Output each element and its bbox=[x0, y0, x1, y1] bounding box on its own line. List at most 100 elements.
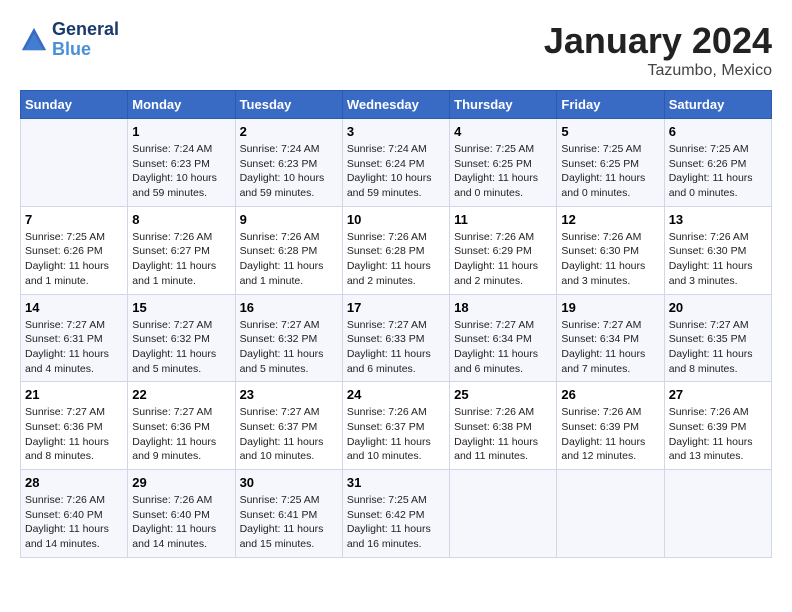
header-saturday: Saturday bbox=[664, 91, 771, 119]
cell-details: Sunrise: 7:27 AMSunset: 6:36 PMDaylight:… bbox=[132, 405, 230, 464]
cell-w1-d4: 11 Sunrise: 7:26 AMSunset: 6:29 PMDayligh… bbox=[450, 206, 557, 294]
day-number: 2 bbox=[240, 124, 338, 139]
day-number: 1 bbox=[132, 124, 230, 139]
cell-details: Sunrise: 7:26 AMSunset: 6:30 PMDaylight:… bbox=[561, 230, 659, 289]
day-number: 26 bbox=[561, 387, 659, 402]
cell-w0-d5: 5 Sunrise: 7:25 AMSunset: 6:25 PMDaylight… bbox=[557, 119, 664, 207]
day-number: 7 bbox=[25, 212, 123, 227]
cell-w4-d0: 28Sunrise: 7:26 AMSunset: 6:40 PMDayligh… bbox=[21, 470, 128, 558]
header-friday: Friday bbox=[557, 91, 664, 119]
day-number: 16 bbox=[240, 300, 338, 315]
cell-details: Sunrise: 7:24 AMSunset: 6:24 PMDaylight:… bbox=[347, 142, 445, 201]
cell-w2-d4: 18Sunrise: 7:27 AMSunset: 6:34 PMDayligh… bbox=[450, 294, 557, 382]
day-number: 12 bbox=[561, 212, 659, 227]
logo: General Blue bbox=[20, 20, 119, 60]
cell-details: Sunrise: 7:26 AMSunset: 6:40 PMDaylight:… bbox=[25, 493, 123, 552]
cell-details: Sunrise: 7:27 AMSunset: 6:32 PMDaylight:… bbox=[132, 318, 230, 377]
calendar-header: Sunday Monday Tuesday Wednesday Thursday… bbox=[21, 91, 772, 119]
logo-line2: Blue bbox=[52, 39, 91, 59]
cell-w4-d1: 29 Sunrise: 7:26 AMSunset: 6:40 PMDayligh… bbox=[128, 470, 235, 558]
cell-w3-d2: 23 Sunrise: 7:27 AMSunset: 6:37 PMDayligh… bbox=[235, 382, 342, 470]
day-number: 22 bbox=[132, 387, 230, 402]
day-number: 31 bbox=[347, 475, 445, 490]
cell-w4-d4 bbox=[450, 470, 557, 558]
cell-w2-d2: 16 Sunrise: 7:27 AMSunset: 6:32 PMDayligh… bbox=[235, 294, 342, 382]
cell-details: Sunrise: 7:26 AMSunset: 6:40 PMDaylight:… bbox=[132, 493, 230, 552]
day-number: 5 bbox=[561, 124, 659, 139]
location: Tazumbo, Mexico bbox=[544, 62, 772, 80]
day-number: 13 bbox=[669, 212, 767, 227]
day-number: 20 bbox=[669, 300, 767, 315]
cell-details: Sunrise: 7:26 AMSunset: 6:39 PMDaylight:… bbox=[669, 405, 767, 464]
cell-details: Sunrise: 7:26 AMSunset: 6:27 PMDaylight:… bbox=[132, 230, 230, 289]
day-number: 9 bbox=[240, 212, 338, 227]
day-number: 30 bbox=[240, 475, 338, 490]
cell-w4-d3: 31 Sunrise: 7:25 AMSunset: 6:42 PMDayligh… bbox=[342, 470, 449, 558]
cell-details: Sunrise: 7:25 AMSunset: 6:42 PMDaylight:… bbox=[347, 493, 445, 552]
cell-details: Sunrise: 7:26 AMSunset: 6:39 PMDaylight:… bbox=[561, 405, 659, 464]
cell-w3-d6: 27 Sunrise: 7:26 AMSunset: 6:39 PMDayligh… bbox=[664, 382, 771, 470]
day-number: 6 bbox=[669, 124, 767, 139]
cell-details: Sunrise: 7:27 AMSunset: 6:32 PMDaylight:… bbox=[240, 318, 338, 377]
cell-w0-d3: 3 Sunrise: 7:24 AMSunset: 6:24 PMDaylight… bbox=[342, 119, 449, 207]
logo-line1: General bbox=[52, 20, 119, 40]
cell-w4-d6 bbox=[664, 470, 771, 558]
cell-w1-d2: 9 Sunrise: 7:26 AMSunset: 6:28 PMDaylight… bbox=[235, 206, 342, 294]
cell-details: Sunrise: 7:27 AMSunset: 6:37 PMDaylight:… bbox=[240, 405, 338, 464]
cell-details: Sunrise: 7:26 AMSunset: 6:38 PMDaylight:… bbox=[454, 405, 552, 464]
day-number: 27 bbox=[669, 387, 767, 402]
cell-w0-d4: 4Sunrise: 7:25 AMSunset: 6:25 PMDaylight… bbox=[450, 119, 557, 207]
cell-w1-d3: 10 Sunrise: 7:26 AMSunset: 6:28 PMDayligh… bbox=[342, 206, 449, 294]
day-number: 10 bbox=[347, 212, 445, 227]
cell-details: Sunrise: 7:27 AMSunset: 6:33 PMDaylight:… bbox=[347, 318, 445, 377]
day-number: 23 bbox=[240, 387, 338, 402]
day-number: 11 bbox=[454, 212, 552, 227]
page-header: General Blue January 2024 Tazumbo, Mexic… bbox=[20, 20, 772, 80]
title-block: January 2024 Tazumbo, Mexico bbox=[544, 20, 772, 80]
cell-details: Sunrise: 7:25 AMSunset: 6:25 PMDaylight:… bbox=[561, 142, 659, 201]
cell-w1-d1: 8Sunrise: 7:26 AMSunset: 6:27 PMDaylight… bbox=[128, 206, 235, 294]
cell-w0-d6: 6Sunrise: 7:25 AMSunset: 6:26 PMDaylight… bbox=[664, 119, 771, 207]
weekday-header-row: Sunday Monday Tuesday Wednesday Thursday… bbox=[21, 91, 772, 119]
day-number: 25 bbox=[454, 387, 552, 402]
cell-details: Sunrise: 7:26 AMSunset: 6:28 PMDaylight:… bbox=[347, 230, 445, 289]
cell-details: Sunrise: 7:25 AMSunset: 6:41 PMDaylight:… bbox=[240, 493, 338, 552]
cell-details: Sunrise: 7:27 AMSunset: 6:31 PMDaylight:… bbox=[25, 318, 123, 377]
cell-details: Sunrise: 7:26 AMSunset: 6:29 PMDaylight:… bbox=[454, 230, 552, 289]
cell-w2-d0: 14 Sunrise: 7:27 AMSunset: 6:31 PMDayligh… bbox=[21, 294, 128, 382]
header-wednesday: Wednesday bbox=[342, 91, 449, 119]
day-number: 15 bbox=[132, 300, 230, 315]
week-row-4: 21Sunrise: 7:27 AMSunset: 6:36 PMDayligh… bbox=[21, 382, 772, 470]
cell-w1-d6: 13 Sunrise: 7:26 AMSunset: 6:30 PMDayligh… bbox=[664, 206, 771, 294]
cell-w3-d4: 25 Sunrise: 7:26 AMSunset: 6:38 PMDayligh… bbox=[450, 382, 557, 470]
cell-w2-d6: 20 Sunrise: 7:27 AMSunset: 6:35 PMDayligh… bbox=[664, 294, 771, 382]
calendar-table: Sunday Monday Tuesday Wednesday Thursday… bbox=[20, 90, 772, 558]
cell-details: Sunrise: 7:26 AMSunset: 6:30 PMDaylight:… bbox=[669, 230, 767, 289]
cell-details: Sunrise: 7:27 AMSunset: 6:36 PMDaylight:… bbox=[25, 405, 123, 464]
week-row-3: 14 Sunrise: 7:27 AMSunset: 6:31 PMDayligh… bbox=[21, 294, 772, 382]
cell-w3-d1: 22 Sunrise: 7:27 AMSunset: 6:36 PMDayligh… bbox=[128, 382, 235, 470]
day-number: 14 bbox=[25, 300, 123, 315]
cell-details: Sunrise: 7:26 AMSunset: 6:37 PMDaylight:… bbox=[347, 405, 445, 464]
cell-details: Sunrise: 7:25 AMSunset: 6:26 PMDaylight:… bbox=[25, 230, 123, 289]
week-row-1: 1 Sunrise: 7:24 AMSunset: 6:23 PMDaylight… bbox=[21, 119, 772, 207]
header-thursday: Thursday bbox=[450, 91, 557, 119]
calendar-body: 1 Sunrise: 7:24 AMSunset: 6:23 PMDaylight… bbox=[21, 119, 772, 558]
cell-w2-d5: 19Sunrise: 7:27 AMSunset: 6:34 PMDayligh… bbox=[557, 294, 664, 382]
cell-w3-d0: 21Sunrise: 7:27 AMSunset: 6:36 PMDayligh… bbox=[21, 382, 128, 470]
header-tuesday: Tuesday bbox=[235, 91, 342, 119]
logo-icon bbox=[20, 26, 48, 54]
day-number: 4 bbox=[454, 124, 552, 139]
cell-w0-d2: 2 Sunrise: 7:24 AMSunset: 6:23 PMDaylight… bbox=[235, 119, 342, 207]
header-monday: Monday bbox=[128, 91, 235, 119]
cell-details: Sunrise: 7:27 AMSunset: 6:35 PMDaylight:… bbox=[669, 318, 767, 377]
day-number: 29 bbox=[132, 475, 230, 490]
cell-w1-d0: 7 Sunrise: 7:25 AMSunset: 6:26 PMDaylight… bbox=[21, 206, 128, 294]
cell-w3-d5: 26 Sunrise: 7:26 AMSunset: 6:39 PMDayligh… bbox=[557, 382, 664, 470]
cell-w2-d1: 15 Sunrise: 7:27 AMSunset: 6:32 PMDayligh… bbox=[128, 294, 235, 382]
day-number: 3 bbox=[347, 124, 445, 139]
cell-details: Sunrise: 7:26 AMSunset: 6:28 PMDaylight:… bbox=[240, 230, 338, 289]
cell-w3-d3: 24 Sunrise: 7:26 AMSunset: 6:37 PMDayligh… bbox=[342, 382, 449, 470]
cell-details: Sunrise: 7:24 AMSunset: 6:23 PMDaylight:… bbox=[240, 142, 338, 201]
day-number: 24 bbox=[347, 387, 445, 402]
